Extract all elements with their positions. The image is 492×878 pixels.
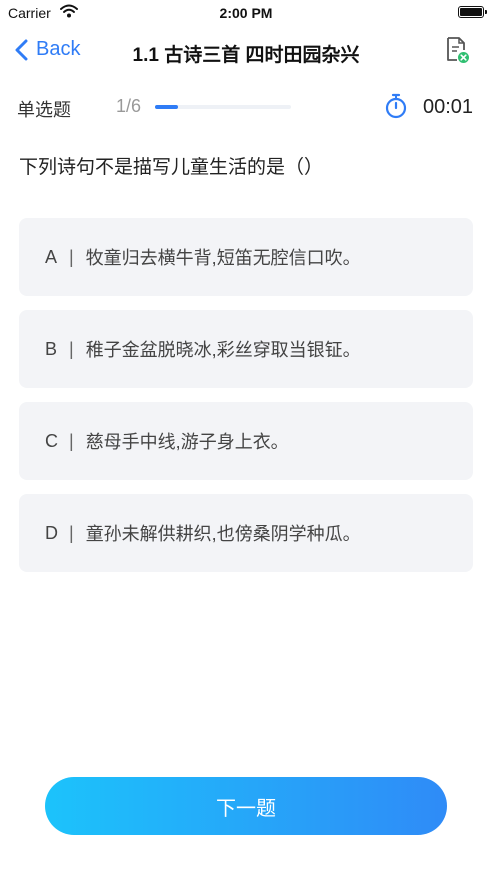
option-text: 稚子金盆脱晓冰,彩丝穿取当银钲。 xyxy=(85,340,361,360)
option-text: 牧童归去横牛背,短笛无腔信口吹。 xyxy=(85,248,361,268)
option-letter: B xyxy=(45,338,58,359)
option-letter: A xyxy=(45,246,58,267)
option-separator: | xyxy=(69,246,74,267)
option-letter: D xyxy=(45,522,58,543)
status-time: 2:00 PM xyxy=(219,5,273,21)
question-type-label: 单选题 xyxy=(17,100,71,120)
next-question-button[interactable]: 下一题 xyxy=(45,777,447,835)
progress-bar xyxy=(155,105,291,109)
nav-bar: Back 1.1 古诗三首 四时田园杂兴 xyxy=(0,26,492,76)
option-separator: | xyxy=(69,338,74,359)
option-letter: C xyxy=(45,430,58,451)
stopwatch-icon xyxy=(384,93,408,124)
option-b[interactable]: B | 稚子金盆脱晓冰,彩丝穿取当银钲。 xyxy=(19,310,473,388)
option-c[interactable]: C | 慈母手中线,游子身上衣。 xyxy=(19,402,473,480)
progress-count: 1/6 xyxy=(116,96,142,116)
option-separator: | xyxy=(69,430,74,451)
battery-icon xyxy=(458,6,487,18)
question-text: 下列诗句不是描写儿童生活的是（） xyxy=(19,157,324,178)
option-a[interactable]: A | 牧童归去横牛背,短笛无腔信口吹。 xyxy=(19,218,473,296)
document-close-icon[interactable] xyxy=(444,36,470,69)
options-list: A | 牧童归去横牛背,短笛无腔信口吹。 B | 稚子金盆脱晓冰,彩丝穿取当银钲… xyxy=(19,218,473,586)
timer-value: 00:01 xyxy=(423,96,474,118)
option-d[interactable]: D | 童孙未解供耕织,也傍桑阴学种瓜。 xyxy=(19,494,473,572)
page-title: 1.1 古诗三首 四时田园杂兴 xyxy=(132,45,360,66)
option-separator: | xyxy=(69,522,74,543)
status-bar: Carrier 2:00 PM xyxy=(0,0,492,26)
option-text: 慈母手中线,游子身上衣。 xyxy=(85,432,289,452)
progress-bar-fill xyxy=(155,105,178,109)
option-text: 童孙未解供耕织,也傍桑阴学种瓜。 xyxy=(85,524,361,544)
progress-row: 单选题 1/6 00:01 xyxy=(0,84,492,128)
